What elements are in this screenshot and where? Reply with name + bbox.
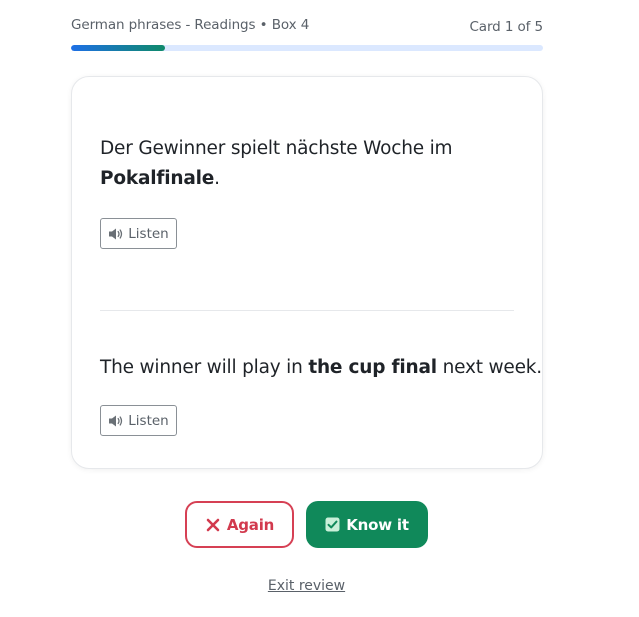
deck-label: German phrases - Readings • Box 4 xyxy=(71,17,310,33)
know-it-label: Know it xyxy=(346,515,409,534)
know-it-button[interactable]: Know it xyxy=(306,501,428,548)
x-icon xyxy=(205,517,221,533)
review-header: German phrases - Readings • Box 4 Card 1… xyxy=(71,16,543,36)
back-phrase-text: The winner will play in xyxy=(100,357,309,378)
review-screen: German phrases - Readings • Box 4 Card 1… xyxy=(0,0,639,617)
card-counter: Card 1 of 5 xyxy=(469,19,543,35)
front-phrase-text: Der Gewinner spielt nächste Woche im xyxy=(100,138,453,159)
exit-review-link[interactable]: Exit review xyxy=(268,578,345,594)
again-label: Again xyxy=(226,515,275,534)
check-box-icon xyxy=(325,517,340,532)
front-phrase-keyword: Pokalfinale xyxy=(100,168,215,189)
back-phrase-end: next week. xyxy=(436,357,543,378)
listen-front-button[interactable]: Listen xyxy=(100,218,177,249)
card-divider xyxy=(100,310,514,311)
speaker-icon xyxy=(108,414,124,428)
back-phrase: The winner will play in the cup final ne… xyxy=(100,353,542,383)
front-phrase: Der Gewinner spielt nächste Woche im Pok… xyxy=(100,134,500,194)
progress-bar xyxy=(71,45,543,51)
flashcard: Der Gewinner spielt nächste Woche im Pok… xyxy=(71,76,543,469)
listen-back-label: Listen xyxy=(128,412,169,429)
progress-bar-fill xyxy=(71,45,166,51)
again-button[interactable]: Again xyxy=(185,501,294,548)
front-phrase-end: . xyxy=(214,168,220,189)
speaker-icon xyxy=(108,227,124,241)
listen-back-button[interactable]: Listen xyxy=(100,405,177,436)
back-phrase-keyword: the cup final xyxy=(308,357,437,378)
exit-review-row: Exit review xyxy=(0,578,613,594)
listen-front-label: Listen xyxy=(128,225,169,242)
